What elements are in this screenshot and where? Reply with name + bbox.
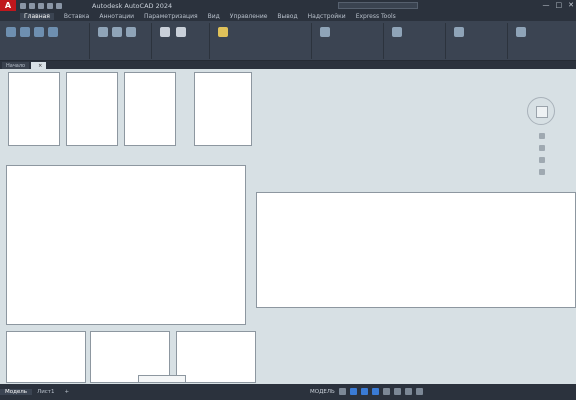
zoom-icon[interactable]: [539, 145, 545, 151]
customization-icon[interactable]: [415, 388, 423, 395]
showmotion-icon[interactable]: [539, 169, 545, 175]
snap-icon[interactable]: [349, 388, 357, 395]
ribbon-group-block: [314, 23, 384, 59]
window-controls: — □ ✕: [543, 1, 575, 9]
arc-icon[interactable]: [48, 27, 58, 37]
drawing-sheet: [194, 72, 252, 146]
ribbon-group-properties: [386, 23, 446, 59]
ortho-icon[interactable]: [360, 388, 368, 395]
navigation-bar: [538, 133, 546, 213]
search-input[interactable]: [338, 2, 418, 9]
line-icon[interactable]: [6, 27, 16, 37]
measure-icon[interactable]: [454, 27, 464, 37]
ribbon-group-modify: [92, 23, 152, 59]
ribbon-group-layers: [212, 23, 312, 59]
ribbon-tab[interactable]: Главная: [20, 12, 54, 20]
ribbon-panel: [0, 21, 576, 61]
ribbon-tab[interactable]: Express Tools: [356, 13, 396, 20]
redo-icon[interactable]: [56, 2, 62, 9]
add-layout-button[interactable]: +: [60, 389, 75, 395]
ribbon-group-utilities: [448, 23, 508, 59]
ribbon-group-draw: [2, 23, 90, 59]
match-properties-icon[interactable]: [392, 27, 402, 37]
drawing-sheet: [66, 72, 118, 146]
drawing-sheet: [6, 331, 86, 383]
osnap-icon[interactable]: [382, 388, 390, 395]
status-bar: Модель Лист1 + МОДЕЛЬ: [0, 384, 576, 400]
app-logo[interactable]: A: [0, 0, 16, 11]
file-tab-drawing[interactable]: ×: [31, 62, 47, 69]
trim-icon[interactable]: [126, 27, 136, 37]
ribbon-group-view: [510, 23, 574, 59]
pan-icon[interactable]: [539, 133, 545, 139]
close-icon[interactable]: ×: [38, 63, 42, 69]
annotation-scale-icon[interactable]: [393, 388, 401, 395]
save-icon[interactable]: [38, 2, 44, 9]
viewcube[interactable]: [527, 97, 555, 125]
ribbon-tabs: Главная Вставка Аннотации Параметризация Вид…: [0, 11, 576, 21]
orbit-icon[interactable]: [539, 157, 545, 163]
layer-properties-icon[interactable]: [218, 27, 228, 37]
command-line[interactable]: [138, 375, 186, 383]
grid-icon[interactable]: [338, 388, 346, 395]
quick-access-toolbar: [20, 2, 62, 9]
ribbon-tab[interactable]: Вставка: [64, 13, 89, 20]
circle-icon[interactable]: [34, 27, 44, 37]
workspace-icon[interactable]: [404, 388, 412, 395]
rotate-icon[interactable]: [112, 27, 122, 37]
drawing-sheet: [176, 331, 256, 383]
window-title: Autodesk AutoCAD 2024: [92, 1, 173, 10]
maximize-button[interactable]: □: [556, 1, 563, 9]
drawing-sheet: [8, 72, 60, 146]
base-view-icon[interactable]: [516, 27, 526, 37]
autocad-window: A Autodesk AutoCAD 2024 — □ ✕ Главная Вст…: [0, 0, 576, 400]
ribbon-tab[interactable]: Вид: [208, 13, 220, 20]
workspace-label[interactable]: МОДЕЛЬ: [310, 389, 335, 395]
ribbon-tab[interactable]: Надстройки: [308, 13, 346, 20]
drawing-canvas[interactable]: [0, 69, 576, 384]
drawing-sheet-plan: [6, 165, 246, 325]
open-icon[interactable]: [29, 2, 35, 9]
drawing-sheet: [124, 72, 176, 146]
file-tab-start[interactable]: Начало: [2, 62, 30, 69]
ribbon-group-annotation: [154, 23, 210, 59]
ribbon-tab[interactable]: Аннотации: [99, 13, 134, 20]
close-button[interactable]: ✕: [568, 1, 574, 9]
drawing-sheet-schematic: [256, 192, 576, 308]
move-icon[interactable]: [98, 27, 108, 37]
dimension-icon[interactable]: [176, 27, 186, 37]
minimize-button[interactable]: —: [543, 1, 550, 9]
layout-tab-sheet[interactable]: Лист1: [32, 389, 59, 395]
polar-icon[interactable]: [371, 388, 379, 395]
ribbon-tab[interactable]: Параметризация: [144, 13, 198, 20]
undo-icon[interactable]: [47, 2, 53, 9]
file-tab-label: Начало: [6, 62, 26, 69]
status-toggles: МОДЕЛЬ: [310, 388, 423, 395]
title-bar: A Autodesk AutoCAD 2024 — □ ✕: [0, 0, 576, 11]
ribbon-tab[interactable]: Вывод: [277, 13, 297, 20]
new-icon[interactable]: [20, 2, 26, 9]
polyline-icon[interactable]: [20, 27, 30, 37]
text-icon[interactable]: [160, 27, 170, 37]
ribbon-tab[interactable]: Управление: [230, 13, 268, 20]
viewcube-face[interactable]: [536, 106, 548, 118]
file-tabs: Начало ×: [0, 61, 576, 69]
layout-tab-model[interactable]: Модель: [0, 389, 33, 395]
insert-block-icon[interactable]: [320, 27, 330, 37]
